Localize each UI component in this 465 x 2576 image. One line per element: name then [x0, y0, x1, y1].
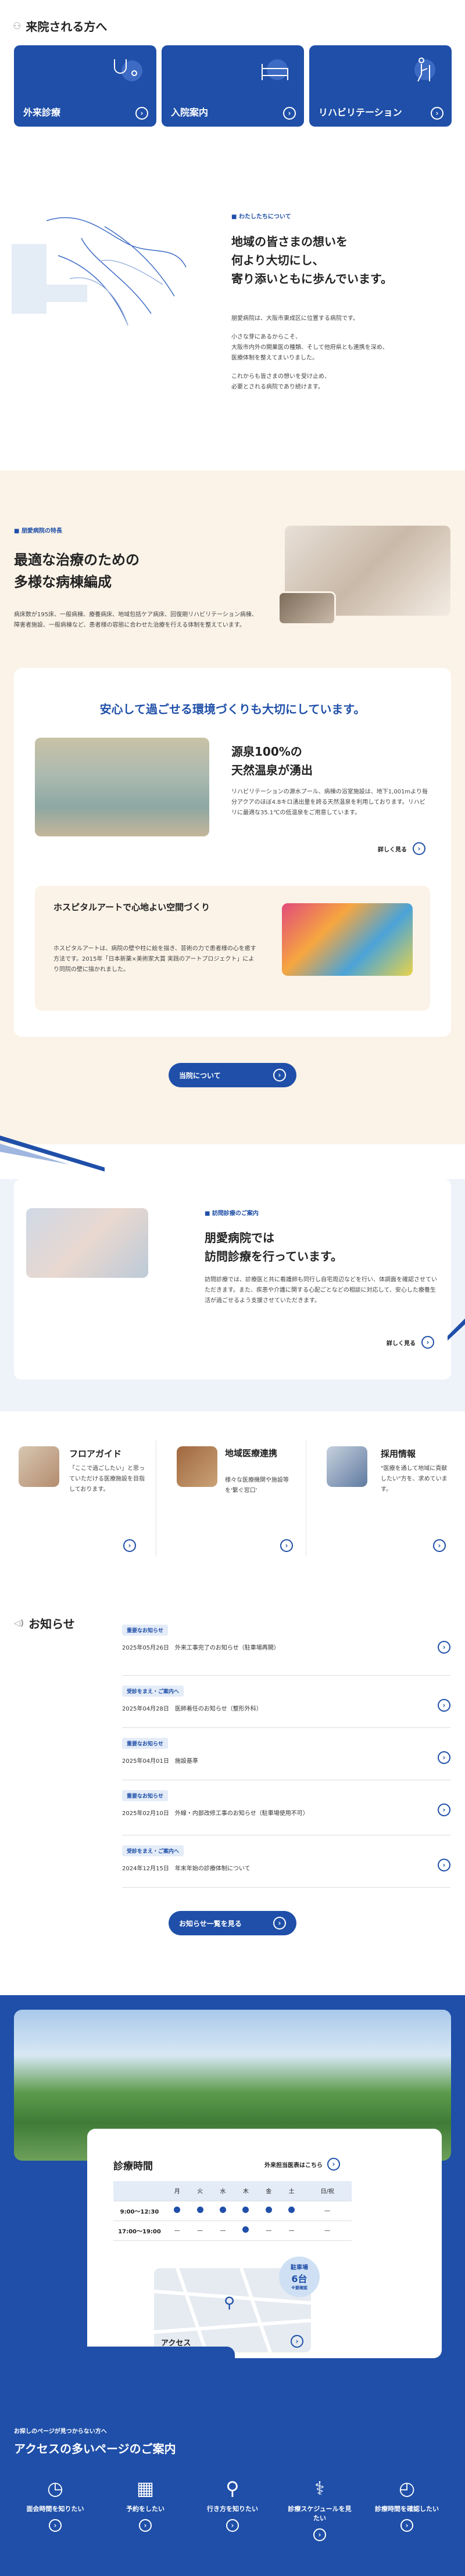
news-item[interactable]: 重要なお知らせ 2025年04月01日 施設基準 ›	[122, 1728, 450, 1780]
bottom-sub: お探しのページが見つからない方へ	[14, 2428, 107, 2435]
person-icon: ⚇	[13, 20, 22, 31]
onsen-title: 源泉100%の 天然温泉が湧出	[231, 745, 313, 777]
megaphone-icon: ◁)	[14, 1618, 24, 1628]
bottom-link-reservation[interactable]: ▦ 予約をしたい ›	[110, 2477, 180, 2532]
visit-body: 訪問診療では、診療医と共に看護師も同行し自宅周辺などを行い、体調面を確認させてい…	[205, 1277, 437, 1304]
top-heading: ⚇ 来院される方へ	[13, 20, 108, 34]
environment-title: 安心して過ごせる環境づくりも大切にしています。	[99, 702, 366, 716]
stethoscope-icon	[114, 59, 142, 81]
about-text: 朋愛病院は、大阪市東成区に位置する病院です。 小さな芽にあるからこそ、 大阪市内…	[231, 315, 388, 390]
card-label: 入院案内	[171, 107, 209, 118]
visit-more-link[interactable]: 詳しく見る ›	[387, 1336, 434, 1349]
bottom-link-visiting[interactable]: ◷ 面会時間を知りたい ›	[20, 2477, 90, 2532]
guide-community[interactable]: 地域医療連携 様々な医療機関や施設等を'繋ぐ窓口' ›	[164, 1440, 306, 1557]
parking-badge: 駐車場 6台 ※要確認	[279, 2257, 320, 2297]
features-title: 最適な治療のための 多様な病棟編成	[14, 552, 140, 591]
stripe-decoration	[448, 1318, 465, 1341]
card-label: リハビリテーション	[319, 107, 402, 118]
hours-table: 月火水木金土日/祝 9:00〜12:30 — 17:00〜19:00 — — — — —…	[113, 2181, 352, 2241]
rehab-icon	[414, 58, 435, 82]
arrow-icon: ›	[280, 1539, 293, 1552]
guide-photo	[327, 1446, 367, 1487]
arrow-icon: ›	[438, 1751, 450, 1764]
news-item[interactable]: 重要なお知らせ 2025年05月26日 外来工事完了のお知らせ（駐車場再開） ›	[122, 1623, 450, 1676]
arrow-icon: ›	[421, 1336, 434, 1349]
open-dot	[288, 2207, 295, 2213]
onsen-body: リハビリテーションの源水プール、病棟の浴室施設は、地下1,001mより毎分アクア…	[231, 789, 428, 816]
features-body: 病床数が195床、一般病棟、療養病床、地域包括ケア病床、回復期リハビリテーション…	[14, 612, 257, 628]
stripe-decoration	[0, 1136, 105, 1172]
arrow-icon: ›	[123, 1539, 136, 1552]
open-dot	[196, 2207, 203, 2213]
news-heading: ◁) お知らせ	[14, 1617, 75, 1631]
arrow-icon: ›	[438, 1859, 450, 1871]
arrow-icon: ›	[327, 2158, 340, 2171]
card-admission[interactable]: 入院案内 ›	[162, 45, 304, 127]
about-hospital-button[interactable]: 当院について ›	[169, 1063, 296, 1087]
arrow-icon: ›	[283, 107, 296, 120]
news-item[interactable]: 受診をまえ・ご案内へ 2024年12月15日 年末年始の診療体制について ›	[122, 1835, 450, 1888]
open-dot	[242, 2226, 249, 2233]
open-dot	[219, 2207, 226, 2213]
open-dot	[265, 2207, 272, 2213]
arrow-icon: ›	[431, 107, 443, 120]
bottom-link-directions[interactable]: ⚲ 行き方を知りたい ›	[198, 2477, 267, 2532]
card-rehab[interactable]: リハビリテーション ›	[309, 45, 452, 127]
bottom-title: アクセスの多いページのご案内	[14, 2442, 176, 2456]
guide-floor[interactable]: フロアガイド 「ここで過ごしたい」と思っていただける医療施設を目指しております。…	[14, 1440, 156, 1557]
guide-recruit[interactable]: 採用情報 "医療を通して地域に貢献したい"方を、求めています。 ›	[314, 1440, 451, 1557]
news-item[interactable]: 重要なお知らせ 2025年02月10日 外線・内部改修工事のお知らせ（駐車場使用…	[122, 1780, 450, 1835]
arrow-icon: ›	[291, 2335, 303, 2348]
arrow-icon: ›	[226, 2519, 239, 2532]
card-label: 外来診療	[23, 107, 61, 118]
evening-row: 17:00〜19:00 — — — — — —	[113, 2221, 352, 2241]
arrow-icon: ›	[273, 1069, 286, 1082]
open-dot	[242, 2207, 249, 2213]
visit-photo	[26, 1208, 148, 1278]
arrow-icon: ›	[433, 1539, 446, 1552]
arrow-icon: ›	[49, 2519, 62, 2532]
onsen-photo	[35, 738, 209, 836]
about-title: 地域の皆さまの想いを 何より大切にし、 寄り添いともに歩んでいます。	[231, 235, 392, 286]
doctor-schedule-link[interactable]: 外来担当医表はこちら ›	[264, 2158, 340, 2171]
bottom-link-schedule[interactable]: ⚕ 診療スケジュールを見たい ›	[285, 2477, 355, 2541]
features-tag: ■ 朋愛病院の特長	[14, 528, 62, 534]
location-pin-icon: ⚲	[224, 2294, 235, 2312]
news-list-button[interactable]: お知らせ一覧を見る ›	[169, 1911, 296, 1935]
hours-title: 診療時間	[113, 2161, 153, 2172]
arrow-icon: ›	[139, 2519, 152, 2532]
doctor-icon: ⚕	[314, 2477, 325, 2499]
arrow-icon: ›	[400, 2519, 413, 2532]
visit-tag: ■ 訪問診療のご案内	[205, 1210, 259, 1217]
arrow-icon: ›	[273, 1917, 286, 1930]
bottom-title-box	[14, 2347, 235, 2396]
arrow-icon: ›	[438, 1699, 450, 1712]
visit-title: 朋愛病院では 訪問診療を行っています。	[205, 1231, 342, 1263]
clock-icon: ◷	[47, 2477, 63, 2499]
clock-check-icon: ◴	[399, 2477, 415, 2499]
news-item[interactable]: 受診をまえ・ご案内へ 2025年04月28日 医師着任のお知らせ（整形外科） ›	[122, 1676, 450, 1728]
arrow-icon: ›	[438, 1641, 450, 1654]
morning-row: 9:00〜12:30 —	[113, 2201, 352, 2221]
arrow-icon: ›	[313, 2528, 326, 2541]
calendar-icon: ▦	[136, 2477, 155, 2499]
hands-illustration	[12, 217, 187, 326]
bottom-link-hours[interactable]: ◴ 診療時間を確認したい ›	[372, 2477, 442, 2532]
card-outpatient[interactable]: 外来診療 ›	[14, 45, 156, 127]
patient-photo	[278, 591, 336, 625]
arrow-icon: ›	[438, 1803, 450, 1816]
map-pin-icon: ⚲	[226, 2477, 239, 2499]
bed-icon	[262, 59, 288, 80]
art-body: ホスピタルアートは、病院の壁や柱に絵を描き、芸術の力で患者様の心を癒す方法です。…	[53, 946, 256, 973]
art-title: ホスピタルアートで心地よい空間づくり	[53, 902, 210, 912]
arrow-icon: ›	[413, 842, 425, 855]
onsen-more-link[interactable]: 詳しく見る ›	[378, 842, 425, 855]
open-dot	[174, 2207, 181, 2213]
about-tag: ■ わたしたちについて	[231, 214, 291, 220]
arrow-icon: ›	[135, 107, 148, 120]
guide-photo	[19, 1446, 59, 1487]
art-photo	[282, 903, 413, 976]
guide-photo	[177, 1446, 217, 1487]
